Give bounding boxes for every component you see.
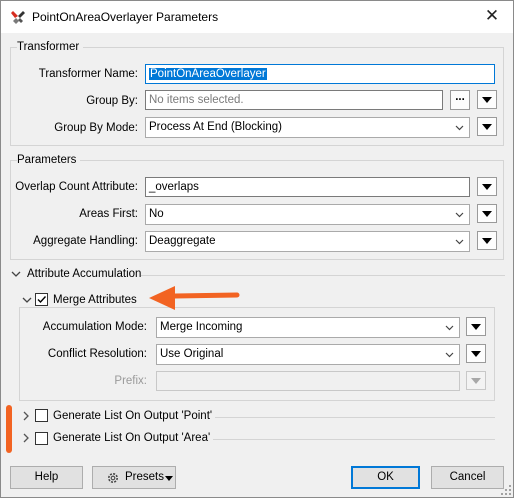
prefix-input (156, 371, 460, 391)
presets-button[interactable]: Presets (92, 466, 176, 489)
areas-first-label: Areas First: (79, 208, 138, 220)
chevron-down-icon (455, 239, 464, 245)
checkmark-icon (37, 296, 47, 304)
parameters-section-title: Parameters (17, 154, 81, 166)
arrow-left-icon (149, 286, 240, 310)
prefix-label: Prefix: (114, 375, 147, 387)
section-divider (141, 275, 505, 276)
section-divider (215, 417, 495, 418)
conflict-resolution-label: Conflict Resolution: (47, 348, 147, 360)
triangle-down-icon (482, 211, 492, 217)
title-bar: PointOnAreaOverlayer Parameters ✕ (1, 1, 513, 33)
areas-first-value: No (149, 208, 164, 220)
section-divider (213, 439, 495, 440)
chevron-right-icon[interactable] (21, 433, 31, 443)
list-area-checkbox[interactable] (35, 432, 48, 445)
close-icon[interactable]: ✕ (479, 4, 505, 28)
group-by-label: Group By: (86, 95, 138, 107)
chevron-down-icon (445, 325, 454, 331)
aggregate-handling-label: Aggregate Handling: (33, 235, 138, 247)
overlap-count-input[interactable]: _overlaps (145, 177, 470, 197)
areas-first-menu-button[interactable] (477, 204, 497, 223)
aggregate-handling-menu-button[interactable] (477, 231, 497, 250)
group-by-ellipsis-button[interactable]: ... (450, 90, 470, 110)
resize-grip-icon[interactable] (500, 484, 512, 496)
presets-label: Presets (125, 471, 164, 483)
accumulation-mode-label: Accumulation Mode: (42, 321, 147, 333)
window-title: PointOnAreaOverlayer Parameters (32, 10, 219, 24)
triangle-down-icon (482, 184, 492, 190)
triangle-down-icon (165, 476, 173, 481)
transformer-name-value: PointOnAreaOverlayer (149, 68, 267, 80)
group-by-mode-menu-button[interactable] (477, 117, 497, 136)
list-point-checkbox[interactable] (35, 409, 48, 422)
overlap-count-menu-button[interactable] (477, 177, 497, 196)
conflict-resolution-menu-button[interactable] (466, 344, 486, 363)
merge-attributes-label: Merge Attributes (53, 294, 137, 306)
group-by-mode-value: Process At End (Blocking) (149, 121, 282, 133)
cancel-button[interactable]: Cancel (431, 466, 504, 489)
accumulation-mode-value: Merge Incoming (160, 321, 243, 333)
fme-transformer-icon (11, 11, 25, 24)
chevron-down-icon[interactable] (11, 269, 21, 279)
conflict-resolution-select[interactable]: Use Original (156, 344, 460, 365)
list-point-label: Generate List On Output 'Point' (53, 410, 213, 422)
list-area-label: Generate List On Output 'Area' (53, 432, 211, 444)
attribute-accumulation-title: Attribute Accumulation (27, 268, 142, 280)
parameters-dialog: PointOnAreaOverlayer Parameters ✕ Transf… (0, 0, 514, 498)
overlap-count-label: Overlap Count Attribute: (15, 181, 138, 193)
group-by-input[interactable]: No items selected. (145, 90, 443, 110)
prefix-menu-button (466, 371, 486, 390)
chevron-right-icon[interactable] (21, 411, 31, 421)
merge-attributes-checkbox[interactable] (35, 293, 48, 306)
annotation-bar (6, 405, 12, 453)
chevron-down-icon (445, 352, 454, 358)
areas-first-select[interactable]: No (145, 204, 470, 225)
group-by-menu-button[interactable] (477, 90, 497, 109)
conflict-resolution-value: Use Original (160, 348, 224, 360)
transformer-section-title: Transformer (17, 41, 84, 53)
accumulation-mode-select[interactable]: Merge Incoming (156, 317, 460, 338)
ok-button[interactable]: OK (351, 466, 420, 489)
help-button[interactable]: Help (10, 466, 83, 489)
triangle-down-icon (482, 124, 492, 130)
aggregate-handling-value: Deaggregate (149, 235, 216, 247)
accumulation-mode-menu-button[interactable] (466, 317, 486, 336)
triangle-down-icon (482, 97, 492, 103)
group-by-mode-select[interactable]: Process At End (Blocking) (145, 117, 470, 138)
gear-icon (108, 473, 118, 483)
triangle-down-icon (471, 378, 481, 384)
triangle-down-icon (482, 238, 492, 244)
chevron-down-icon[interactable] (22, 295, 32, 305)
aggregate-handling-select[interactable]: Deaggregate (145, 231, 470, 252)
chevron-down-icon (455, 125, 464, 131)
transformer-name-label: Transformer Name: (38, 68, 138, 80)
triangle-down-icon (471, 351, 481, 357)
transformer-name-input[interactable]: PointOnAreaOverlayer (145, 64, 495, 84)
group-by-mode-label: Group By Mode: (54, 122, 138, 134)
chevron-down-icon (455, 212, 464, 218)
triangle-down-icon (471, 324, 481, 330)
